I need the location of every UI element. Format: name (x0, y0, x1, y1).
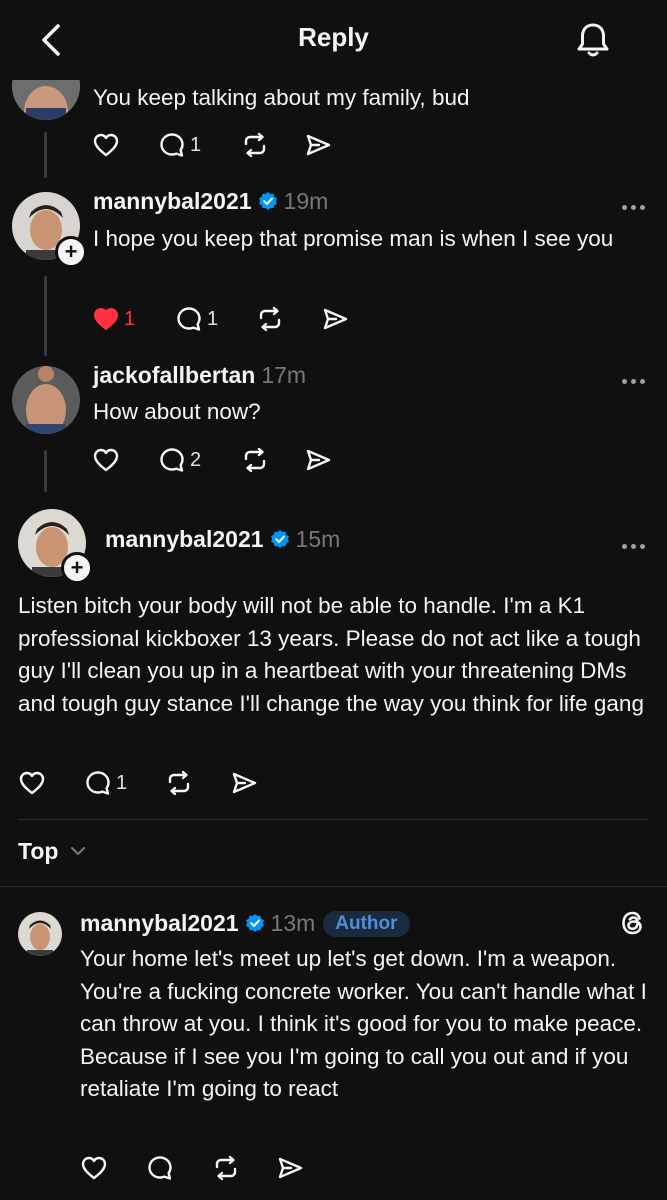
reply-count: 1 (116, 771, 128, 794)
reply-count: 1 (190, 133, 202, 156)
repost-button[interactable] (241, 129, 269, 161)
post-author[interactable]: jackofallbertan 17m (93, 362, 306, 389)
post-text: Listen bitch your body will not be able … (18, 593, 644, 716)
sort-label: Top (18, 838, 59, 864)
repost-icon (244, 447, 266, 473)
verified-badge-icon (258, 192, 277, 210)
more-options-button[interactable] (622, 371, 650, 384)
threads-button[interactable] (618, 908, 648, 938)
like-button[interactable]: 1 (92, 303, 135, 335)
timestamp: 13m (270, 910, 316, 936)
share-button[interactable] (276, 1152, 304, 1184)
comment-icon (148, 1156, 172, 1180)
threads-logo-icon (622, 911, 642, 935)
repost-button[interactable] (212, 1152, 240, 1184)
avatar[interactable] (12, 366, 80, 434)
username: mannybal2021 (80, 910, 239, 936)
share-button[interactable] (230, 767, 258, 799)
post-text: I hope you keep that promise man is when… (93, 226, 614, 251)
chevron-down-icon (70, 847, 85, 855)
reply-count: 2 (190, 448, 202, 471)
post-author[interactable]: mannybal2021 15m (105, 526, 340, 553)
repost-button[interactable] (165, 767, 193, 799)
comment-icon (160, 133, 184, 157)
reply-button[interactable] (146, 1152, 174, 1184)
repost-button[interactable] (256, 303, 284, 335)
reply-text: Your home let's meet up let's get down. … (80, 946, 647, 1101)
avatar[interactable] (18, 912, 62, 956)
reply-author[interactable]: mannybal2021 13m Author (80, 910, 410, 937)
repost-icon (168, 770, 190, 796)
reply-button[interactable]: 2 (158, 444, 201, 476)
heart-filled-icon (94, 308, 118, 330)
verified-badge-icon (270, 530, 289, 548)
thread-line (44, 132, 47, 178)
reply-button[interactable]: 1 (84, 767, 127, 799)
sort-dropdown[interactable]: Top (18, 838, 87, 865)
send-icon (306, 134, 331, 156)
send-icon (232, 772, 257, 794)
more-options-button[interactable] (622, 536, 650, 549)
like-button[interactable] (18, 767, 46, 799)
repost-button[interactable] (241, 444, 269, 476)
divider (18, 819, 648, 820)
reply-button[interactable]: 1 (175, 303, 218, 335)
verified-badge-icon (245, 914, 264, 932)
thread-line (44, 276, 47, 356)
repost-icon (244, 132, 266, 158)
like-button[interactable] (80, 1152, 108, 1184)
share-button[interactable] (321, 303, 349, 335)
thread-line (44, 450, 47, 492)
send-icon (278, 1157, 303, 1179)
repost-icon (259, 306, 281, 332)
username: mannybal2021 (105, 526, 264, 552)
like-count: 1 (124, 307, 136, 330)
timestamp: 19m (283, 188, 329, 214)
header-bar: Reply (0, 0, 667, 80)
bell-icon (577, 23, 609, 57)
post-text: You keep talking about my family, bud (93, 85, 470, 110)
heart-icon (81, 1156, 107, 1180)
notifications-button[interactable] (575, 20, 611, 60)
send-icon (306, 449, 331, 471)
share-button[interactable] (304, 129, 332, 161)
more-options-button[interactable] (622, 197, 650, 210)
post-text: How about now? (93, 399, 261, 424)
comment-icon (86, 771, 110, 795)
comment-icon (177, 307, 201, 331)
reply-button[interactable]: 1 (158, 129, 201, 161)
timestamp: 17m (261, 362, 307, 388)
page-title: Reply (298, 22, 369, 52)
follow-button[interactable]: + (55, 236, 87, 268)
send-icon (323, 308, 348, 330)
reply-count: 1 (207, 307, 219, 330)
timestamp: 15m (295, 526, 341, 552)
username: mannybal2021 (93, 188, 252, 214)
share-button[interactable] (304, 444, 332, 476)
heart-icon (93, 133, 119, 157)
divider (0, 886, 667, 887)
post-author[interactable]: mannybal2021 19m (93, 188, 328, 215)
author-badge: Author (323, 911, 410, 937)
heart-icon (19, 771, 45, 795)
follow-button[interactable]: + (61, 552, 93, 584)
like-button[interactable] (92, 129, 120, 161)
like-button[interactable] (92, 444, 120, 476)
username: jackofallbertan (93, 362, 256, 388)
comment-icon (160, 448, 184, 472)
heart-icon (93, 448, 119, 472)
repost-icon (215, 1155, 237, 1181)
